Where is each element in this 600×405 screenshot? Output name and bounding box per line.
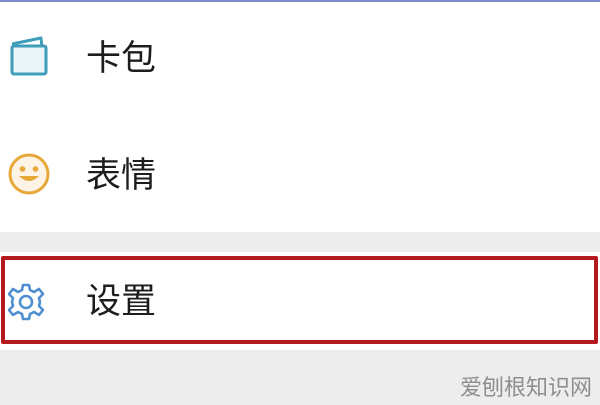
highlight-box bbox=[1, 256, 598, 344]
menu-item-label: 卡包 bbox=[86, 39, 157, 79]
menu-item-wallet[interactable]: 卡包 bbox=[0, 2, 600, 114]
smiley-face-icon bbox=[8, 153, 50, 195]
watermark: 爱刨根知识网 bbox=[459, 376, 592, 401]
wallet-card-icon bbox=[10, 36, 48, 76]
section-gap bbox=[0, 232, 600, 252]
menu-screen: 卡包 表情 设置 爱刨根知识网 bbox=[0, 0, 600, 405]
menu-item-label: 表情 bbox=[86, 156, 157, 196]
menu-item-emoji[interactable]: 表情 bbox=[0, 114, 600, 232]
